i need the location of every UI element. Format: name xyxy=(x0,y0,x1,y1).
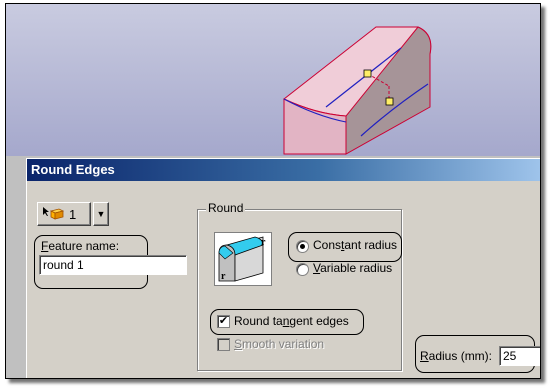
box-model-render xyxy=(283,26,432,155)
round-tangent-edges-label[interactable]: Round tangent edges xyxy=(234,314,349,328)
radius-label: Radius (mm): xyxy=(420,349,493,363)
round-tangent-edges-checkbox[interactable]: ✔ xyxy=(217,315,230,328)
selection-count: 1 xyxy=(69,207,77,222)
feature-name-input[interactable]: round 1 xyxy=(39,255,187,275)
variable-radius-radio[interactable] xyxy=(296,263,309,276)
smooth-variation-checkbox xyxy=(217,338,230,351)
edge-select-icon xyxy=(42,206,65,223)
chevron-down-icon[interactable]: ▼ xyxy=(93,202,109,226)
variable-radius-label[interactable]: Variable radius xyxy=(313,261,392,275)
round-group-legend: Round xyxy=(206,201,246,215)
constant-radius-radio[interactable] xyxy=(296,240,309,253)
svg-text:r: r xyxy=(221,271,226,282)
round-edges-dialog: Round Edges 1 ▼ Feature name: round 1 Ro… xyxy=(26,158,540,378)
constant-radius-label[interactable]: Constant radius xyxy=(313,238,397,252)
feature-name-label: Feature name: xyxy=(41,239,120,253)
dialog-title: Round Edges xyxy=(27,159,540,181)
radius-input[interactable]: 25 xyxy=(499,346,540,366)
round-edge-illustration-icon: r r xyxy=(214,232,272,286)
svg-text:r: r xyxy=(261,237,266,248)
smooth-variation-label: Smooth variation xyxy=(234,337,325,351)
selection-combo[interactable]: 1 ▼ xyxy=(37,202,109,226)
round-group: Round r r Constant radius Variable radiu… xyxy=(197,201,402,371)
selection-button[interactable]: 1 xyxy=(37,202,91,226)
screenshot-frame: Round Edges 1 ▼ Feature name: round 1 Ro… xyxy=(5,3,541,379)
radio-selected-dot xyxy=(300,244,305,249)
model-viewport[interactable] xyxy=(6,4,540,156)
